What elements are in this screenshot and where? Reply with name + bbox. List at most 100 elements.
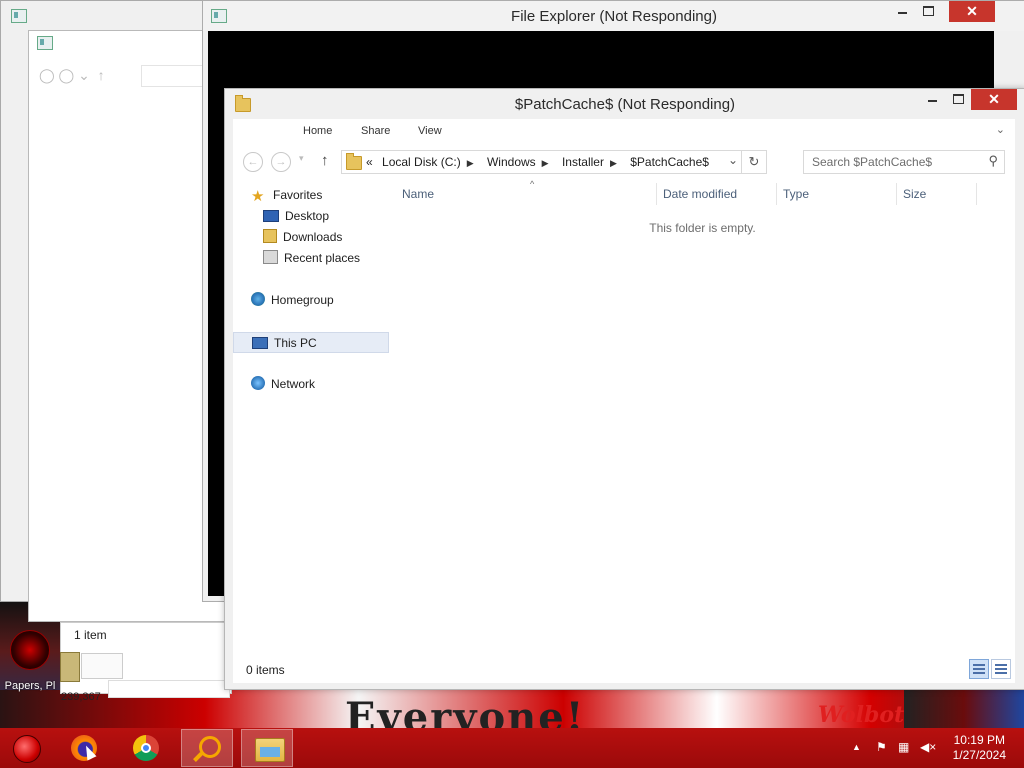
nav-item-homegroup[interactable]: Homegroup [251, 290, 334, 311]
clock-time: 10:19 PM [953, 733, 1005, 747]
app-icon [10, 630, 50, 670]
tab-home[interactable]: Home [303, 125, 332, 137]
nav-item-recent-places[interactable]: Recent places [263, 248, 360, 269]
action-center-flag-icon[interactable]: ⚑ [876, 740, 887, 754]
forward-arrow-icon[interactable]: → [271, 152, 291, 172]
address-dropdown-chevron-icon[interactable]: ⌄ [728, 153, 738, 167]
star-icon: ★ [251, 188, 265, 205]
nav-item-desktop[interactable]: Desktop [263, 206, 329, 227]
search-input[interactable] [810, 154, 979, 170]
file-explorer-icon [255, 738, 285, 762]
recent-places-icon [263, 250, 278, 264]
column-divider[interactable] [976, 183, 977, 205]
desktop-icon-papers-please[interactable]: Papers, Pl [0, 630, 60, 692]
system-tray: ▲ ⚑ ▦ ◀× 10:19 PM 1/27/2024 [824, 728, 1024, 768]
desktop-icon [263, 210, 279, 222]
empty-folder-message: This folder is empty. [649, 221, 756, 235]
search-box[interactable]: ⚲ [803, 150, 1005, 174]
window-system-icon [11, 9, 27, 23]
nav-item-favorites[interactable]: ★ Favorites [251, 185, 322, 206]
column-header-type[interactable]: Type [783, 187, 809, 203]
close-button[interactable]: ✕ [971, 89, 1017, 110]
status-placeholder [81, 653, 123, 679]
taskbar: ▲ ⚑ ▦ ◀× 10:19 PM 1/27/2024 [0, 728, 1024, 768]
background-explorer-window-2[interactable]: ◯ ◯ ⌄ ↑ [28, 30, 230, 622]
file-thumbnail[interactable] [60, 652, 80, 682]
maximize-button[interactable] [915, 1, 941, 22]
nav-item-this-pc[interactable]: This PC [233, 332, 389, 353]
column-header-size[interactable]: Size [903, 187, 926, 203]
nav-item-label: Homegroup [271, 293, 334, 307]
show-hidden-icons-icon[interactable]: ▲ [852, 742, 861, 752]
chevron-right-icon[interactable]: ▶ [542, 158, 549, 168]
chevron-right-icon[interactable]: ▶ [467, 158, 474, 168]
status-bar: 0 items [233, 651, 1015, 683]
start-button[interactable] [0, 729, 52, 767]
column-divider[interactable] [656, 183, 657, 205]
chevron-right-icon[interactable]: ▶ [610, 158, 617, 168]
volume-muted-icon[interactable]: ◀× [920, 740, 936, 754]
patchcache-explorer-window[interactable]: $PatchCache$ (Not Responding) ✕ Home Sha… [224, 88, 1024, 690]
nav-item-label: Recent places [284, 251, 361, 265]
column-header-name[interactable]: Name [402, 187, 434, 203]
start-orb-icon [13, 735, 41, 763]
status-item-count: 1 item [74, 628, 107, 642]
taskbar-chrome[interactable] [120, 729, 172, 767]
clock[interactable]: 10:19 PM 1/27/2024 [953, 733, 1006, 763]
tab-share[interactable]: Share [361, 125, 390, 137]
breadcrumb-overflow[interactable]: « [366, 155, 373, 169]
clock-date: 1/27/2024 [952, 748, 1006, 762]
nav-item-label: Downloads [283, 230, 343, 244]
network-status-icon[interactable]: ▦ [898, 740, 909, 754]
folder-icon [346, 153, 362, 170]
ribbon: Home Share View ⌄ [233, 119, 1015, 144]
value-label: 239,367 [61, 691, 101, 703]
minimize-button[interactable] [889, 1, 915, 22]
chrome-icon [133, 735, 159, 761]
search-icon[interactable]: ⚲ [988, 153, 998, 169]
back-arrow-icon[interactable]: ← [243, 152, 263, 172]
close-button[interactable]: ✕ [949, 1, 995, 22]
navigation-pane: ★ Favorites Desktop Downloads Recent plac… [233, 181, 391, 651]
taskbar-file-explorer[interactable] [241, 729, 293, 767]
nav-item-network[interactable]: Network [251, 374, 315, 395]
wallpaper-art-right [904, 688, 1024, 728]
column-header-date-modified[interactable]: Date modified [663, 187, 737, 203]
network-icon [251, 376, 265, 390]
wallpaper-text-right: Wolbot [818, 702, 905, 728]
taskbar-search[interactable] [181, 729, 233, 767]
window-title: $PatchCache$ (Not Responding) [514, 96, 736, 113]
nav-item-downloads[interactable]: Downloads [263, 227, 342, 248]
minimize-button[interactable] [919, 89, 945, 110]
maximize-button[interactable] [945, 89, 971, 110]
ribbon-expand-chevron-icon[interactable]: ⌄ [996, 123, 1005, 136]
title-bar[interactable]: $PatchCache$ (Not Responding) ✕ [225, 89, 1024, 119]
nav-item-label: Favorites [273, 188, 323, 202]
breadcrumb-installer[interactable]: Installer [562, 155, 604, 169]
up-arrow-icon[interactable]: ↑ [321, 152, 329, 169]
desktop-icon-label: Papers, Pl [4, 680, 56, 692]
breadcrumb-windows[interactable]: Windows [487, 155, 536, 169]
status-item-count: 0 items [246, 663, 285, 677]
details-view-icon[interactable] [969, 659, 989, 679]
breadcrumb-patchcache[interactable]: $PatchCache$ [630, 155, 709, 169]
homegroup-icon [251, 292, 265, 306]
column-header-label: Name [402, 187, 435, 201]
nav-item-label: This PC [274, 336, 317, 350]
column-divider[interactable] [776, 183, 777, 205]
large-icons-view-icon[interactable] [991, 659, 1011, 679]
window-system-icon [37, 36, 53, 50]
downloads-folder-icon [263, 229, 277, 243]
tab-view[interactable]: View [418, 125, 442, 137]
column-divider[interactable] [896, 183, 897, 205]
address-bar[interactable]: « Local Disk (C:) ▶ Windows ▶ Installer ▶ $… [341, 150, 767, 174]
refresh-icon[interactable]: ↻ [741, 151, 766, 173]
navigation-bar: ← → ▾ ↑ « Local Disk (C:) ▶ Windows ▶ Inst… [233, 143, 1015, 181]
recent-locations-chevron-icon[interactable]: ▾ [299, 153, 304, 164]
file-list[interactable]: Name ^ Date modified Type Size This fold… [390, 179, 1015, 651]
nav-item-label: Desktop [285, 209, 330, 223]
breadcrumb-local-disk[interactable]: Local Disk (C:) [382, 155, 461, 169]
breadcrumb: « Local Disk (C:) ▶ Windows ▶ Installer ▶ $… [366, 155, 715, 169]
background-strip [108, 680, 230, 698]
computer-icon [252, 337, 268, 349]
